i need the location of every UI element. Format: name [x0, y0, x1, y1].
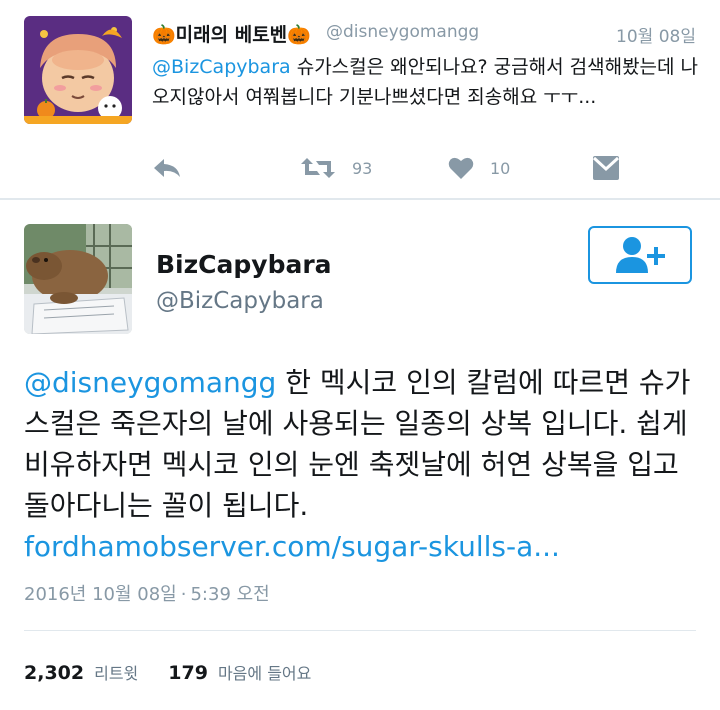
timestamp-separator: · [180, 584, 187, 605]
like-button[interactable]: 10 [448, 148, 510, 188]
timestamp-date: 2016년 10월 08일 [24, 584, 177, 605]
heart-icon [448, 157, 474, 179]
reply-display-name[interactable]: 🎃미래의 베토벤🎃 [152, 20, 311, 47]
tweet-text: @disneygomangg 한 멕시코 인의 칼럼에 따르면 슈가 스컬은 죽… [24, 362, 704, 567]
reply-date: 10월 08일 [616, 27, 696, 47]
author-handle[interactable]: @BizCapybara [156, 288, 324, 314]
likes-label[interactable]: 마음에 들어요 [218, 660, 311, 684]
author-display-name[interactable]: BizCapybara [156, 250, 332, 279]
tweet-divider [0, 198, 720, 200]
avatar-image [24, 16, 132, 124]
reply-mention-link[interactable]: @BizCapybara [152, 56, 291, 78]
reply-handle[interactable]: @disneygomangg [326, 22, 479, 42]
avatar[interactable] [24, 16, 132, 124]
dm-button[interactable] [592, 148, 620, 188]
tweet-url-link[interactable]: fordhamobserver.com/sugar-skulls-a... [24, 526, 704, 567]
tweet-stats: 2,302 리트윗 179 마음에 들어요 [24, 660, 341, 690]
envelope-icon [592, 156, 620, 180]
reply-actions: 93 10 [152, 148, 632, 188]
author-avatar[interactable] [24, 224, 132, 334]
reply-text: @BizCapybara 슈가스컬은 왜안되나요? 궁금해서 검색해봤는데 나오… [152, 52, 702, 112]
timestamp-time: 5:39 오전 [190, 584, 270, 605]
retweet-button[interactable]: 93 [300, 148, 372, 188]
retweets-count[interactable]: 2,302 [24, 662, 84, 684]
likes-count[interactable]: 179 [168, 662, 208, 684]
tweet-timestamp[interactable]: 2016년 10월 08일 · 5:39 오전 [24, 580, 270, 606]
retweet-icon [301, 158, 335, 178]
retweets-label[interactable]: 리트윗 [94, 660, 138, 684]
like-count: 10 [490, 158, 511, 178]
follow-button[interactable] [588, 226, 692, 284]
add-user-icon [616, 237, 665, 273]
avatar-image [24, 224, 132, 334]
retweet-count: 93 [352, 158, 373, 178]
reply-button[interactable] [152, 148, 182, 188]
stats-divider [24, 630, 696, 631]
tweet-mention-link[interactable]: @disneygomangg [24, 366, 276, 399]
reply-icon [154, 159, 180, 177]
